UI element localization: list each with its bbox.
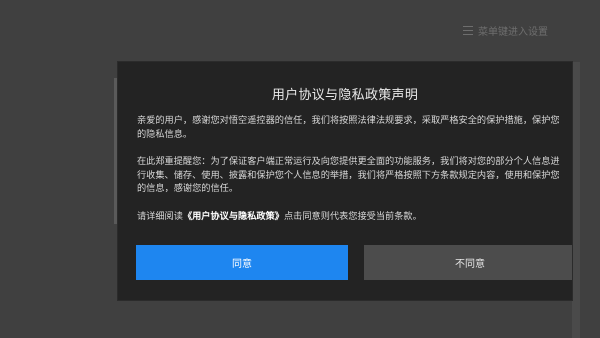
agree-button[interactable]: 同意 [136,245,348,280]
menu-hint-text: 菜单键进入设置 [478,26,548,38]
paragraph-line: 的隐私信息。 [137,128,193,140]
dialog-title: 用户协议与隐私政策声明 [271,88,419,103]
read-agreement-paragraph: 请详细阅读《用户协议与隐私政策》点击同意则代表您接受当前条款。 [137,210,572,224]
agreement-link[interactable]: 《用户协议与隐私政策》 [183,211,284,222]
dialog-body: 亲爱的用户，感谢您对悟空遥控器的信任，我们将按照法律法规要求，采取严格安全的保护… [137,114,572,237]
background-side-panel [572,62,580,338]
paragraph-line: 在此郑重提醒您：为了保证客户端正常运行及向您提供更全面的功能服务，我们将对您的部… [137,156,560,167]
menu-icon [463,25,473,35]
paragraph-line: 亲爱的用户，感谢您对悟空遥控器的信任，我们将按照法律法规要求，采取严格安全的保护… [137,115,560,126]
menu-hint: 菜单键进入设置 [463,21,548,39]
intro-paragraph: 亲爱的用户，感谢您对悟空遥控器的信任，我们将按照法律法规要求，采取严格安全的保护… [137,114,572,141]
notice-paragraph: 在此郑重提醒您：为了保证客户端正常运行及向您提供更全面的功能服务，我们将对您的部… [137,155,572,196]
disagree-button[interactable]: 不同意 [364,245,572,280]
paragraph-line: 行收集、储存、使用、披露和保护您个人信息的举措，我们将严格按照下方条款规定内容，… [137,169,560,181]
paragraph-line: 的信息，感谢您的信任。 [137,183,239,194]
read-prefix: 请详细阅读 [137,210,183,222]
privacy-agreement-dialog: 用户协议与隐私政策声明 亲爱的用户，感谢您对悟空遥控器的信任，我们将按照法律法规… [118,62,572,300]
read-suffix: 点击同意则代表您接受当前条款。 [284,210,422,222]
